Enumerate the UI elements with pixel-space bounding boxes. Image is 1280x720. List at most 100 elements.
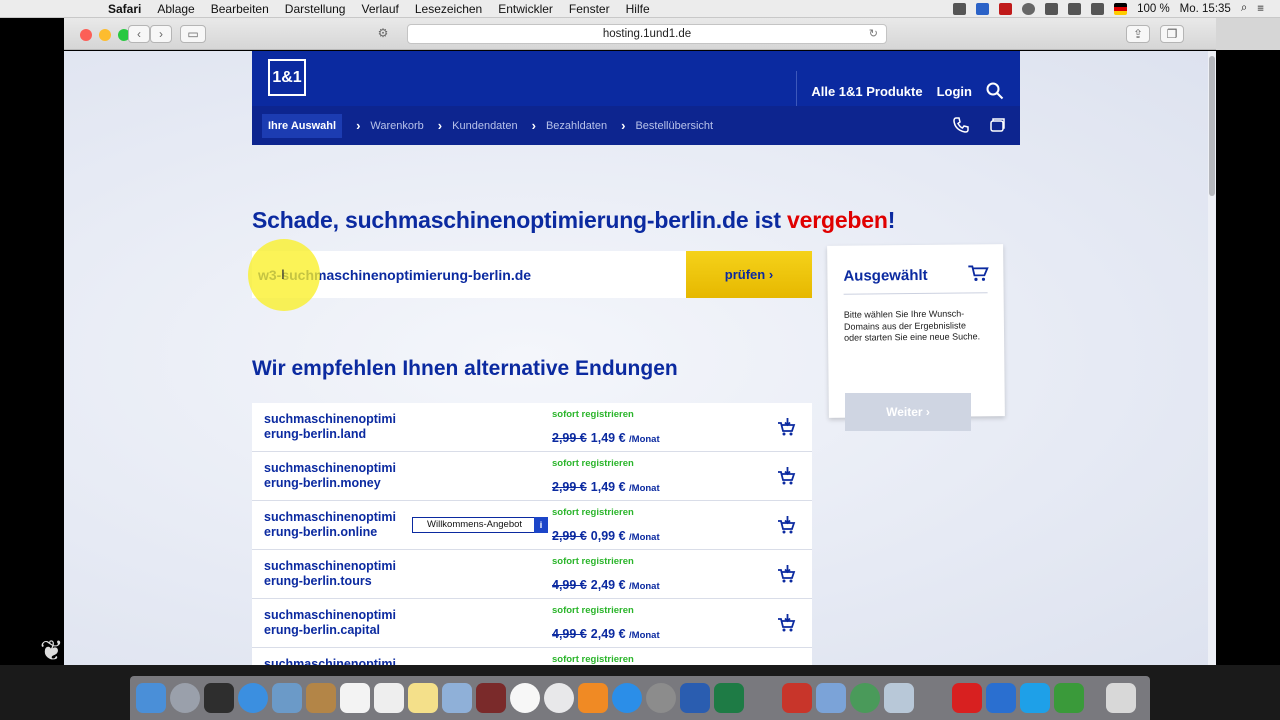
contacts-icon[interactable] <box>306 683 336 713</box>
reader-icon[interactable]: ⚙ <box>370 25 396 43</box>
mission-control-icon[interactable] <box>204 683 234 713</box>
skype-tray-icon[interactable] <box>976 2 990 15</box>
add-to-cart-icon[interactable] <box>776 466 796 486</box>
address-bar[interactable]: hosting.1und1.de ↻ <box>407 24 887 44</box>
menu-safari[interactable]: Safari <box>108 2 141 16</box>
trash-icon[interactable] <box>1106 683 1136 713</box>
menu-ablage[interactable]: Ablage <box>157 2 194 16</box>
network-app-icon[interactable] <box>850 683 880 713</box>
new-tab-area[interactable] <box>1216 18 1280 50</box>
vertical-scrollbar[interactable] <box>1208 51 1216 665</box>
sidebar-toggle-icon[interactable]: ▭ <box>180 25 206 43</box>
dropbox-icon[interactable] <box>1045 2 1059 15</box>
reminders-icon[interactable] <box>374 683 404 713</box>
launchpad-icon[interactable] <box>170 683 200 713</box>
time-machine-icon[interactable] <box>1022 2 1036 15</box>
add-to-cart-icon[interactable] <box>776 564 796 584</box>
calendar-icon[interactable] <box>340 683 370 713</box>
finder-icon[interactable] <box>136 683 166 713</box>
excel-icon[interactable] <box>714 683 744 713</box>
add-to-cart-icon[interactable] <box>776 417 796 437</box>
menu-lesezeichen[interactable]: Lesezeichen <box>415 2 482 16</box>
domain-result-row[interactable]: suchmaschinenoptimi sofort registrieren <box>252 648 812 665</box>
old-price: 4,99 € <box>552 578 587 592</box>
menu-bearbeiten[interactable]: Bearbeiten <box>211 2 269 16</box>
battery-level[interactable]: 100 % <box>1137 3 1170 15</box>
availability-status: sofort registrieren <box>552 409 634 420</box>
word-icon[interactable] <box>680 683 710 713</box>
photo-booth-icon[interactable] <box>442 683 472 713</box>
menu-fenster[interactable]: Fenster <box>569 2 610 16</box>
back-button[interactable]: ‹ <box>128 25 150 43</box>
domain-name-line1: suchmaschinenoptimi <box>264 510 396 524</box>
site-logo[interactable]: 1&1 <box>268 59 306 96</box>
price: 2,99 €1,49 € /Monat <box>552 431 660 445</box>
info-icon[interactable]: i <box>534 517 548 533</box>
price: 2,99 €1,49 € /Monat <box>552 480 660 494</box>
wifi-icon[interactable] <box>1068 2 1082 15</box>
itunes-icon[interactable] <box>544 683 574 713</box>
checkout-steps: Ihre Auswahl › Warenkorb › Kundendaten ›… <box>252 106 1020 145</box>
record-tray-icon[interactable] <box>999 2 1013 15</box>
scrollbar-thumb[interactable] <box>1209 56 1215 196</box>
tabs-overview-icon[interactable]: ❐ <box>1160 25 1184 43</box>
cart-icon[interactable] <box>967 264 989 282</box>
forward-button[interactable]: › <box>150 25 172 43</box>
powerpoint-icon[interactable] <box>782 683 812 713</box>
menu-entwickler[interactable]: Entwickler <box>498 2 553 16</box>
teamviewer-icon[interactable] <box>986 683 1016 713</box>
volume-icon[interactable] <box>1091 2 1105 15</box>
add-to-cart-icon[interactable] <box>776 613 796 633</box>
acrobat-icon[interactable] <box>952 683 982 713</box>
notification-center-icon[interactable]: ≡ <box>1257 3 1264 15</box>
chat-icon[interactable] <box>988 116 1006 134</box>
unknown-app-icon[interactable] <box>918 683 948 713</box>
price-unit: /Monat <box>629 630 660 641</box>
safari-icon[interactable] <box>238 683 268 713</box>
menu-verlauf[interactable]: Verlauf <box>361 2 398 16</box>
domain-result-row[interactable]: suchmaschinenoptimi erung-berlin.money so… <box>252 452 812 501</box>
check-button-label: prüfen <box>724 267 766 282</box>
search-icon[interactable] <box>986 82 1004 100</box>
title-exclamation: ! <box>887 207 896 233</box>
menu-darstellung[interactable]: Darstellung <box>285 2 346 16</box>
photos-icon[interactable] <box>510 683 540 713</box>
domain-result-row[interactable]: suchmaschinenoptimi erung-berlin.tours so… <box>252 550 812 599</box>
step-ihre-auswahl[interactable]: Ihre Auswahl <box>262 113 343 138</box>
step-bezahldaten: Bezahldaten <box>545 119 608 132</box>
continue-button[interactable]: Weiter › <box>845 393 971 431</box>
domain-name: suchmaschinenoptimi erung-berlin.tours <box>264 559 396 589</box>
utility-icon[interactable] <box>884 683 914 713</box>
unknown-app-icon[interactable] <box>748 683 778 713</box>
spotlight-icon[interactable]: ⌕ <box>1241 2 1247 15</box>
phone-icon[interactable] <box>952 116 970 134</box>
domain-result-row[interactable]: suchmaschinenoptimi erung-berlin.capital … <box>252 599 812 648</box>
close-window-icon[interactable] <box>80 29 92 41</box>
availability-status: sofort registrieren <box>552 556 634 567</box>
domain-result-row[interactable]: suchmaschinenoptimi erung-berlin.land sof… <box>252 403 812 452</box>
system-preferences-icon[interactable] <box>646 683 676 713</box>
domain-result-row[interactable]: suchmaschinenoptimi erung-berlin.online W… <box>252 501 812 550</box>
reload-icon[interactable]: ↻ <box>869 25 878 44</box>
photo-app-icon[interactable] <box>476 683 506 713</box>
availability-status: sofort registrieren <box>552 654 634 665</box>
preview-icon[interactable] <box>272 683 302 713</box>
add-to-cart-icon[interactable] <box>776 515 796 535</box>
flag-de-icon[interactable] <box>1114 2 1128 15</box>
menu-hilfe[interactable]: Hilfe <box>626 2 650 16</box>
check-domain-button[interactable]: prüfen › <box>686 251 812 298</box>
ibooks-icon[interactable] <box>578 683 608 713</box>
camtasia-icon[interactable] <box>1054 683 1084 713</box>
availability-status: sofort registrieren <box>552 458 634 469</box>
skype-icon[interactable] <box>1020 683 1050 713</box>
all-products-link[interactable]: Alle 1&1 Produkte <box>811 84 922 99</box>
login-link[interactable]: Login <box>937 84 972 99</box>
minimize-window-icon[interactable] <box>99 29 111 41</box>
share-icon[interactable]: ⇪ <box>1126 25 1150 43</box>
people-app-icon[interactable] <box>816 683 846 713</box>
tray-app-icon[interactable] <box>953 2 967 15</box>
menubar-clock[interactable]: Mo. 15:35 <box>1180 3 1231 15</box>
notes-icon[interactable] <box>408 683 438 713</box>
price-unit: /Monat <box>629 581 660 592</box>
app-store-icon[interactable] <box>612 683 642 713</box>
